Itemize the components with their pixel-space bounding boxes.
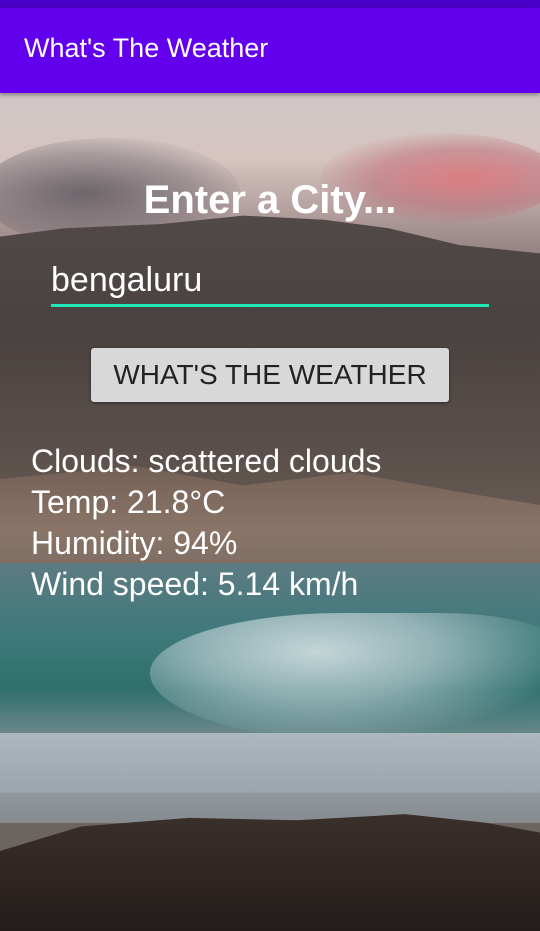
humidity-text: Humidity: 94% <box>31 525 238 561</box>
wind-speed-text: Wind speed: 5.14 km/h <box>31 566 359 602</box>
whats-the-weather-button[interactable]: WHAT'S THE WEATHER <box>91 348 449 402</box>
app-screen: What's The Weather Enter a City... WHAT'… <box>0 0 540 931</box>
clouds-text: Clouds: scattered clouds <box>31 443 382 479</box>
foreground-rock <box>0 814 540 931</box>
status-bar <box>0 0 540 8</box>
weather-result: Clouds: scattered clouds Temp: 21.8°C Hu… <box>31 441 381 605</box>
city-input[interactable] <box>51 256 489 307</box>
surf-foam <box>0 733 540 823</box>
temp-text: Temp: 21.8°C <box>31 484 226 520</box>
app-title: What's The Weather <box>24 33 269 63</box>
app-bar: What's The Weather <box>0 8 540 93</box>
enter-city-heading: Enter a City... <box>143 178 397 222</box>
